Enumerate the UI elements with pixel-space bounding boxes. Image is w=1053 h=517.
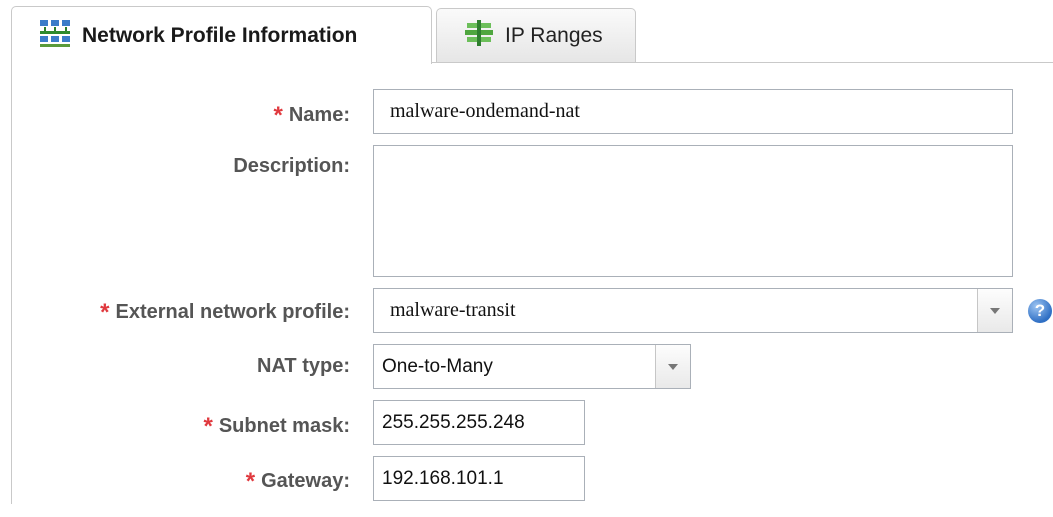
nat-type-select[interactable]: One-to-Many — [373, 344, 691, 389]
gateway-label: * Gateway: — [245, 466, 350, 495]
name-input-value: malware-ondemand-nat — [390, 100, 580, 122]
gateway-input[interactable]: 192.168.101.1 — [373, 456, 585, 501]
external-network-profile-label: * External network profile: — [100, 297, 351, 326]
tab-network-profile-information-label: Network Profile Information — [82, 23, 358, 47]
chevron-down-icon — [990, 307, 1000, 314]
subnet-mask-input[interactable]: 255.255.255.248 — [373, 400, 585, 445]
tab-bar-divider — [432, 62, 1053, 63]
gateway-label-text: Gateway: — [261, 470, 350, 492]
required-marker: * — [203, 413, 213, 440]
description-textarea[interactable] — [373, 145, 1013, 277]
name-input[interactable]: malware-ondemand-nat — [373, 89, 1013, 134]
ip-range-stack-icon — [463, 19, 495, 52]
gateway-value: 192.168.101.1 — [382, 467, 504, 489]
nat-type-label: NAT type: — [257, 355, 350, 378]
tab-bar: Network Profile Information IP Ranges — [0, 0, 1053, 64]
chevron-down-icon — [668, 363, 678, 370]
network-grid-icon — [38, 18, 72, 54]
external-network-profile-dropdown-button[interactable] — [977, 289, 1012, 332]
name-label-text: Name: — [288, 104, 350, 126]
tab-ip-ranges-label: IP Ranges — [505, 23, 603, 47]
required-marker: * — [100, 299, 110, 326]
nat-type-dropdown-button[interactable] — [655, 345, 690, 388]
subnet-mask-label-text: Subnet mask: — [218, 415, 350, 437]
subnet-mask-label: * Subnet mask: — [203, 411, 351, 440]
external-network-profile-label-text: External network profile: — [115, 301, 351, 323]
external-network-profile-value: malware-transit — [390, 299, 516, 321]
panel-border — [11, 64, 12, 504]
required-marker: * — [245, 468, 256, 495]
help-icon[interactable]: ? — [1028, 299, 1052, 323]
name-label: * Name: — [273, 100, 350, 129]
required-marker: * — [273, 102, 283, 129]
nat-type-label-text: NAT type: — [257, 355, 350, 377]
description-label-text: Description: — [233, 155, 350, 177]
description-label: Description: — [233, 155, 350, 178]
external-network-profile-select[interactable]: malware-transit — [373, 288, 1013, 333]
nat-type-value: One-to-Many — [382, 355, 493, 377]
tab-network-profile-information[interactable]: Network Profile Information — [11, 6, 432, 64]
tab-ip-ranges[interactable]: IP Ranges — [436, 8, 636, 62]
subnet-mask-value: 255.255.255.248 — [382, 411, 525, 433]
